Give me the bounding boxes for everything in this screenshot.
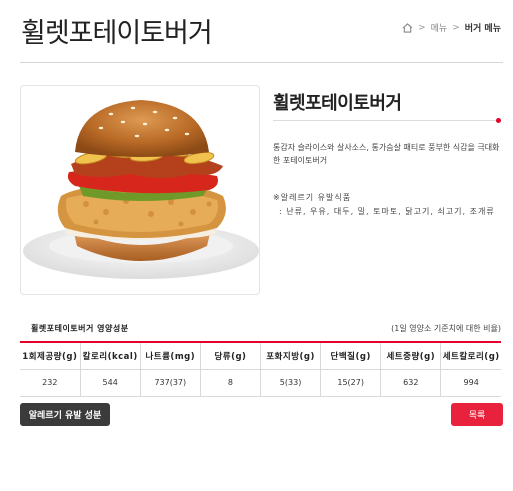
page-title: 휠렛포테이토버거 xyxy=(21,18,213,49)
list-button[interactable]: 목록 xyxy=(451,403,503,426)
column-header: 세트중량(g) xyxy=(380,341,441,370)
breadcrumb-separator: > xyxy=(418,22,426,33)
burger-image xyxy=(23,100,259,279)
table-cell: 5(33) xyxy=(259,369,321,397)
column-header: 단백질(g) xyxy=(320,341,381,370)
allergen-label: ※알레르기 유발식품 xyxy=(273,193,352,202)
table-cell: 15(27) xyxy=(320,369,381,397)
nutrition-title: 휠렛포테이토버거 영양성분 xyxy=(31,324,129,333)
table-row: 232 544 737(37) 8 5(33) 15(27) 632 994 xyxy=(20,369,501,397)
product-image xyxy=(20,85,260,295)
breadcrumb-separator: > xyxy=(452,22,460,33)
title-divider xyxy=(20,62,503,63)
table-cell: 544 xyxy=(79,369,141,397)
nutrition-table: 1회제공량(g) 칼로리(kcal) 나트륨(mg) 당류(g) 포화지방(g)… xyxy=(20,341,501,397)
allergen-info-button[interactable]: 알레르기 유발 성분 xyxy=(20,403,110,426)
table-cell: 8 xyxy=(199,369,261,397)
column-header: 나트륨(mg) xyxy=(139,341,201,370)
column-header: 칼로리(kcal) xyxy=(79,341,141,370)
product-description: 통감자 슬라이스와 살사소스, 통가슴살 패티로 풍부한 식감을 극대화한 포테… xyxy=(273,143,500,165)
nutrition-note: (1일 영양소 기준치에 대한 비율) xyxy=(391,324,501,333)
column-header: 세트칼로리(g) xyxy=(440,341,501,370)
breadcrumb: > 메뉴 > 버거 메뉴 xyxy=(402,21,501,34)
product-name: 휠렛포테이토버거 xyxy=(273,93,402,114)
product-name-divider xyxy=(273,120,499,121)
table-cell: 994 xyxy=(440,369,501,397)
home-icon[interactable] xyxy=(402,22,413,33)
table-cell: 632 xyxy=(380,369,441,397)
accent-dot xyxy=(496,118,501,123)
column-header: 당류(g) xyxy=(199,341,261,370)
allergen-list: : 난류, 우유, 대두, 밀, 토마토, 닭고기, 쇠고기, 조개류 xyxy=(279,207,495,216)
column-header: 포화지방(g) xyxy=(259,341,321,370)
breadcrumb-current[interactable]: 버거 메뉴 xyxy=(465,21,501,34)
table-cell: 737(37) xyxy=(139,369,201,397)
breadcrumb-menu[interactable]: 메뉴 xyxy=(431,21,448,34)
nutrition-header-row: 1회제공량(g) 칼로리(kcal) 나트륨(mg) 당류(g) 포화지방(g)… xyxy=(20,341,501,370)
table-cell: 232 xyxy=(20,369,81,397)
column-header: 1회제공량(g) xyxy=(20,341,81,370)
